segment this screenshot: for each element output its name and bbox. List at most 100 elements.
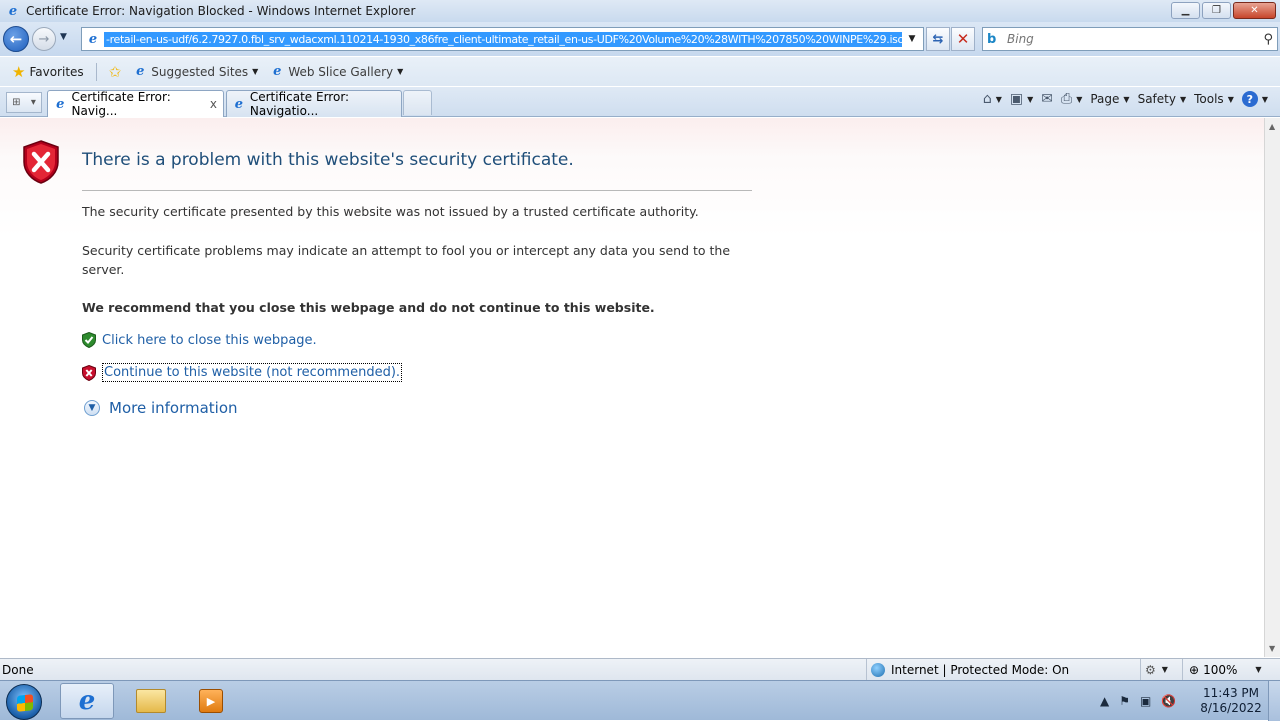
tab-list-dropdown-icon[interactable]: ▾ <box>31 97 36 108</box>
new-tab-button[interactable] <box>403 90 432 115</box>
tab-page-icon: e <box>56 96 65 112</box>
security-warning-text: Security certificate problems may indica… <box>82 243 731 277</box>
address-dropdown-icon[interactable]: ▼ <box>902 34 922 44</box>
page-menu[interactable]: Page ▼ <box>1090 92 1129 106</box>
volume-muted-icon[interactable]: 🔇 <box>1161 694 1176 708</box>
chevron-down-icon: ▼ <box>252 67 259 76</box>
zoom-icon: ⊕ <box>1189 662 1200 677</box>
status-text: Done <box>2 662 34 677</box>
add-to-favorites-bar-button[interactable]: ✩ <box>105 61 126 83</box>
suggested-sites-button[interactable]: e Suggested Sites ▼ <box>129 63 262 81</box>
tab-active[interactable]: e Certificate Error: Navig... x <box>47 90 224 118</box>
continue-to-website-link[interactable]: Continue to this website (not recommende… <box>102 363 403 382</box>
red-shield-x-icon <box>82 364 96 381</box>
maximize-button[interactable]: ❐ <box>1202 2 1231 19</box>
zoom-level: 100% <box>1203 662 1238 677</box>
safety-menu-label: Safety <box>1137 92 1176 106</box>
help-menu[interactable]: ? ▼ <box>1241 91 1268 107</box>
star-icon: ★ <box>12 62 26 81</box>
web-slice-gallery-label: Web Slice Gallery <box>288 64 394 79</box>
chevron-down-icon: ▼ <box>1161 665 1168 674</box>
certificate-issuer-text: The security certificate presented by th… <box>82 204 699 219</box>
refresh-button[interactable]: ⇆ <box>926 27 950 51</box>
search-input[interactable] <box>1007 32 1264 46</box>
close-window-button[interactable]: ✕ <box>1233 2 1276 19</box>
taskbar-internet-explorer[interactable]: e <box>60 683 114 719</box>
continue-option: Continue to this website (not recommende… <box>82 363 403 382</box>
feeds-button[interactable]: ▣ ▼ <box>1010 91 1033 107</box>
show-desktop-button[interactable] <box>1268 681 1280 721</box>
taskbar-media-player[interactable]: ▶ <box>184 683 238 719</box>
globe-icon <box>871 662 885 677</box>
suggested-sites-label: Suggested Sites <box>151 64 249 79</box>
folder-icon <box>136 689 166 713</box>
tab-page-icon: e <box>234 96 244 112</box>
quick-tabs-button[interactable]: ⊞ ▾ <box>6 92 42 113</box>
command-bar: ⌂ ▼ ▣ ▼ ✉ ⎙ ▼ Page ▼ Safety ▼ Tools ▼ ? ▼ <box>983 91 1268 107</box>
tab-inactive[interactable]: e Certificate Error: Navigatio... <box>226 90 402 118</box>
more-information-label: More information <box>109 399 238 417</box>
bing-logo-icon: b <box>987 31 997 47</box>
web-slice-gallery-button[interactable]: e Web Slice Gallery ▼ <box>266 63 407 81</box>
address-bar[interactable]: e -retail-en-us-udf/6.2.7927.0.fbl_srv_w… <box>81 27 924 51</box>
read-mail-button[interactable]: ✉ <box>1041 91 1053 107</box>
window-title: Certificate Error: Navigation Blocked - … <box>26 4 416 18</box>
security-warning-shield-icon <box>23 140 59 184</box>
chevron-down-icon: ▼ <box>1261 94 1268 104</box>
home-button[interactable]: ⌂ ▼ <box>983 91 1002 107</box>
taskbar: e ▶ ▲ ⚑ ▣ 🔇 11:43 PM 8/16/2022 <box>0 680 1280 721</box>
system-clock[interactable]: 11:43 PM 8/16/2022 <box>1196 686 1266 716</box>
chevron-down-icon: ▼ <box>995 94 1002 104</box>
help-icon: ? <box>1241 91 1258 107</box>
safety-menu[interactable]: Safety ▼ <box>1138 92 1187 106</box>
start-button[interactable] <box>6 684 42 720</box>
scroll-down-icon[interactable]: ▼ <box>1269 644 1275 653</box>
print-button[interactable]: ⎙ ▼ <box>1061 91 1082 107</box>
close-tab-button[interactable]: x <box>210 97 217 111</box>
search-icon[interactable]: ⚲ <box>1263 32 1273 47</box>
ie-page-icon: e <box>273 64 282 79</box>
tab-bar: ⊞ ▾ e Certificate Error: Navig... x e Ce… <box>0 87 1280 118</box>
chevron-down-icon: ▼ <box>397 67 404 76</box>
security-zone[interactable]: Internet | Protected Mode: On <box>866 659 1069 680</box>
media-player-icon: ▶ <box>199 689 223 713</box>
show-hidden-icons-icon[interactable]: ▲ <box>1100 694 1109 708</box>
back-button[interactable]: ← <box>3 26 29 52</box>
status-bar: Done Internet | Protected Mode: On ⚙ ▼ ⊕… <box>0 658 1280 680</box>
more-information-toggle[interactable]: ▼ More information <box>84 399 238 417</box>
recent-pages-dropdown[interactable]: ▼ <box>60 32 67 42</box>
search-box[interactable]: b ⚲ <box>982 27 1278 51</box>
close-webpage-option: Click here to close this webpage. <box>82 332 317 348</box>
tab-label: Certificate Error: Navig... <box>71 90 171 118</box>
zoom-control[interactable]: ⊕ 100% ▼ <box>1182 659 1262 680</box>
chevron-down-icon: ▼ <box>1123 94 1130 104</box>
vertical-scrollbar[interactable]: ▲ ▼ <box>1264 118 1280 657</box>
chevron-down-icon: ▼ <box>1076 94 1083 104</box>
chevron-down-icon: ▼ <box>1227 94 1234 104</box>
mail-icon: ✉ <box>1041 91 1053 107</box>
action-center-flag-icon[interactable]: ⚑ <box>1119 694 1130 708</box>
title-bar: e Certificate Error: Navigation Blocked … <box>0 0 1280 22</box>
scroll-up-icon[interactable]: ▲ <box>1269 122 1275 131</box>
clock-time: 11:43 PM <box>1203 686 1259 700</box>
forward-button[interactable]: → <box>32 27 56 51</box>
taskbar-windows-explorer[interactable] <box>124 683 178 719</box>
favorites-bar: ★ Favorites ✩ e Suggested Sites ▼ e Web … <box>0 57 1280 86</box>
divider <box>95 62 97 81</box>
close-webpage-link[interactable]: Click here to close this webpage. <box>102 333 317 348</box>
protected-mode-settings[interactable]: ⚙ ▼ <box>1140 659 1168 680</box>
favorites-label: Favorites <box>29 64 84 79</box>
rss-icon: ▣ <box>1009 91 1024 107</box>
tools-menu[interactable]: Tools ▼ <box>1194 92 1234 106</box>
address-url[interactable]: -retail-en-us-udf/6.2.7927.0.fbl_srv_wda… <box>104 31 902 47</box>
ie-page-icon: e <box>136 64 145 79</box>
printer-icon: ⎙ <box>1061 91 1073 107</box>
stop-button[interactable]: ✕ <box>951 27 975 51</box>
internet-explorer-icon: e <box>78 686 96 716</box>
minimize-button[interactable]: ▁ <box>1171 2 1200 19</box>
favorites-button[interactable]: ★ Favorites <box>8 61 88 83</box>
expand-chevron-icon[interactable]: ▼ <box>84 400 100 416</box>
home-icon: ⌂ <box>982 91 992 107</box>
network-icon[interactable]: ▣ <box>1140 694 1151 708</box>
chevron-down-icon: ▼ <box>1027 94 1034 104</box>
